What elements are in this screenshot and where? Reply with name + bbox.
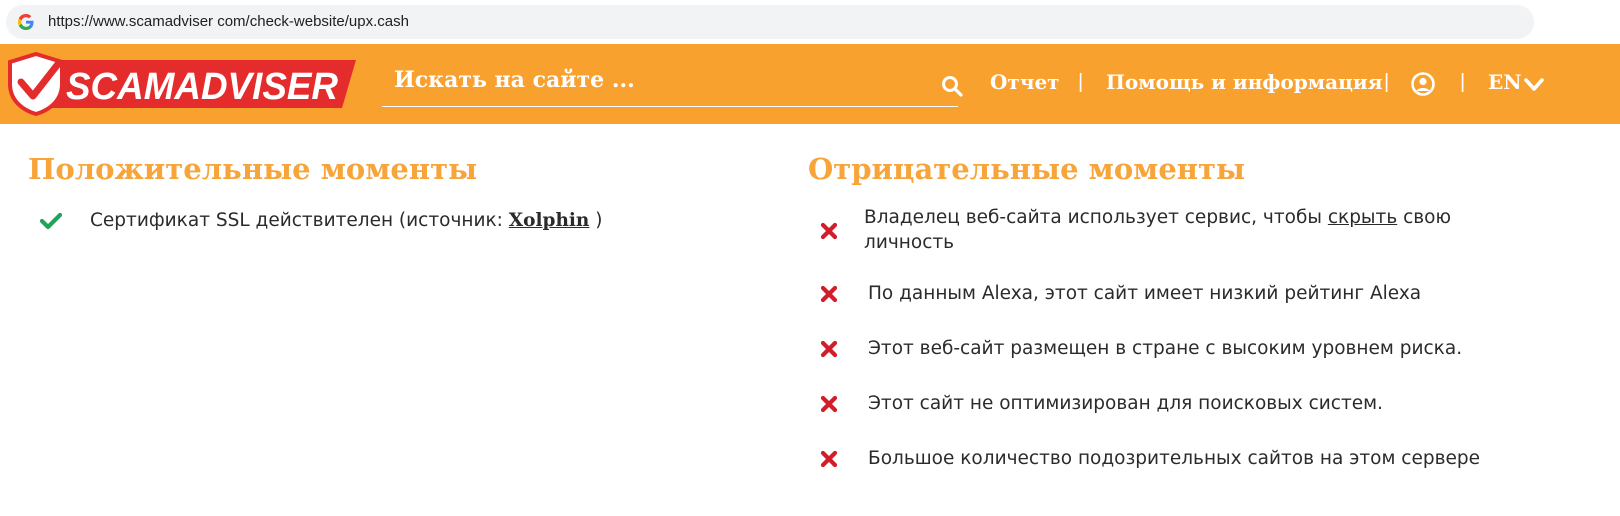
negative-item-text: По данным Alexa, этот сайт имеет низкий … — [868, 283, 1422, 304]
positive-item: Сертификат SSL действителен (источник: X… — [90, 208, 602, 233]
negative-item: Большое количество подозрительных сайтов… — [868, 446, 1480, 471]
negative-item-text: Этот веб-сайт размещен в стране с высоки… — [868, 338, 1463, 359]
hide-identity-link[interactable]: скрыть — [1328, 207, 1397, 228]
google-icon — [18, 14, 34, 30]
positive-item-text: Сертификат SSL действителен (источник: — [90, 210, 509, 231]
negative-item-text-tail: свою — [1397, 207, 1452, 228]
search-icon[interactable] — [940, 74, 964, 98]
check-icon — [40, 212, 62, 230]
negative-item: Этот сайт не оптимизирован для поисковых… — [868, 391, 1383, 416]
cross-icon — [820, 450, 838, 468]
cross-icon — [820, 395, 838, 413]
cross-icon — [820, 222, 838, 240]
user-account-icon[interactable] — [1411, 72, 1435, 96]
nav-report-link[interactable]: Отчет — [990, 70, 1060, 94]
site-header: SCAMADVISER Отчет | Помощь и информация … — [0, 44, 1620, 124]
url-text: https://www.scamadviser com/check-websit… — [48, 13, 409, 30]
negative-item: По данным Alexa, этот сайт имеет низкий … — [868, 281, 1421, 306]
nav-separator: | — [1384, 71, 1390, 93]
language-selector[interactable]: EN — [1488, 70, 1522, 94]
nav-separator: | — [1078, 71, 1084, 93]
negative-item-text: Этот сайт не оптимизирован для поисковых… — [868, 393, 1383, 414]
negative-item: Владелец веб-сайта использует сервис, чт… — [864, 205, 1584, 255]
positive-item-tail: ) — [589, 210, 603, 231]
search-box — [382, 56, 958, 107]
site-search-input[interactable] — [382, 56, 958, 104]
nav-separator: | — [1460, 71, 1466, 93]
scamadviser-logo[interactable]: SCAMADVISER — [6, 52, 356, 116]
negatives-heading: Отрицательные моменты — [808, 152, 1246, 186]
chevron-down-icon[interactable] — [1524, 77, 1544, 93]
ssl-issuer-link[interactable]: Xolphin — [509, 210, 590, 231]
negative-item: Этот веб-сайт размещен в стране с высоки… — [868, 336, 1462, 361]
logo-text: SCAMADVISER — [66, 66, 339, 108]
negative-item-text-line2: личность — [864, 232, 955, 253]
nav-help-link[interactable]: Помощь и информация — [1106, 70, 1382, 94]
positives-heading: Положительные моменты — [28, 152, 478, 186]
url-field[interactable]: https://www.scamadviser com/check-websit… — [6, 5, 1534, 39]
browser-address-bar: https://www.scamadviser com/check-websit… — [0, 0, 1620, 44]
negative-item-text: Владелец веб-сайта использует сервис, чт… — [864, 207, 1328, 228]
cross-icon — [820, 285, 838, 303]
negative-item-text: Большое количество подозрительных сайтов… — [868, 448, 1481, 469]
cross-icon — [820, 340, 838, 358]
